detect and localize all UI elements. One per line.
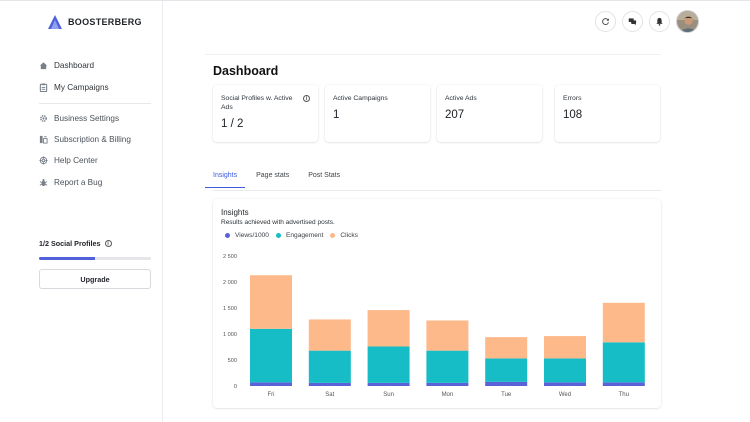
bug-icon bbox=[39, 178, 48, 187]
nav-report-bug[interactable]: Report a Bug bbox=[39, 178, 102, 187]
brand-name: BOOSTERBERG bbox=[68, 17, 142, 27]
stat-card-social-profiles: Social Profiles w. Active Ads i 1 / 2 bbox=[213, 85, 318, 142]
bar-clicks-sat[interactable] bbox=[308, 319, 351, 351]
sidebar-divider bbox=[39, 103, 151, 104]
bar-clicks-tue[interactable] bbox=[485, 337, 528, 359]
bar-views-1000-sun[interactable] bbox=[367, 382, 410, 386]
y-tick-label: 500 bbox=[228, 358, 237, 364]
stat-label: Active Ads bbox=[445, 95, 477, 102]
avatar-image bbox=[677, 11, 698, 32]
topbar-actions bbox=[595, 10, 699, 33]
home-icon bbox=[39, 61, 48, 70]
insights-panel: Insights Results achieved with advertise… bbox=[213, 199, 661, 408]
bar-engagement-thu[interactable] bbox=[602, 342, 645, 383]
y-tick-label: 0 bbox=[234, 384, 237, 390]
stat-card-active-ads: Active Ads 207 bbox=[437, 85, 542, 142]
nav-dashboard-label: Dashboard bbox=[54, 61, 95, 70]
refresh-icon bbox=[602, 18, 609, 26]
chat-button[interactable] bbox=[622, 11, 643, 32]
bar-engagement-sun[interactable] bbox=[367, 346, 410, 383]
social-profiles-progress bbox=[39, 257, 151, 260]
stat-value: 1 bbox=[333, 109, 340, 121]
bar-views-1000-wed[interactable] bbox=[544, 382, 586, 386]
refresh-button[interactable] bbox=[595, 11, 616, 32]
y-tick-label: 1 000 bbox=[223, 332, 237, 338]
bar-views-1000-sat[interactable] bbox=[308, 382, 351, 386]
x-tick-label: Wed bbox=[559, 392, 571, 398]
bar-views-1000-mon[interactable] bbox=[426, 382, 469, 386]
nav-dashboard[interactable]: Dashboard bbox=[39, 61, 94, 70]
stat-value: 1 / 2 bbox=[221, 118, 244, 130]
stat-value: 108 bbox=[563, 109, 583, 121]
info-icon[interactable]: i bbox=[104, 240, 112, 247]
progress-fill bbox=[39, 257, 95, 260]
x-tick-label: Tue bbox=[501, 392, 512, 398]
social-profiles-text: 1/2 Social Profiles bbox=[39, 239, 101, 248]
stacked-bar-chart: 0 500 1 000 1 500 2 000 2 500 Fri Sat Sun Mon Tue W… bbox=[223, 254, 645, 398]
y-tick-label: 2 500 bbox=[223, 254, 237, 260]
bar-engagement-tue[interactable] bbox=[485, 358, 528, 382]
tab-insights[interactable]: Insights bbox=[205, 172, 246, 188]
stat-label: Errors bbox=[563, 95, 582, 102]
lifebuoy-icon bbox=[39, 156, 48, 165]
x-tick-label: Sat bbox=[325, 392, 334, 398]
billing-icon bbox=[39, 135, 48, 144]
bar-views-1000-tue[interactable] bbox=[485, 381, 528, 386]
y-tick-label: 2 000 bbox=[223, 280, 237, 286]
nav-help-center[interactable]: Help Center bbox=[39, 156, 98, 165]
notifications-button[interactable] bbox=[649, 11, 670, 32]
clipboard-icon bbox=[39, 83, 48, 92]
stat-label: Active Campaigns bbox=[333, 95, 388, 102]
bar-clicks-mon[interactable] bbox=[426, 320, 469, 351]
x-tick-label: Thu bbox=[619, 392, 629, 398]
nav-subscription-billing[interactable]: Subscription & Billing bbox=[39, 135, 131, 144]
nav-help-center-label: Help Center bbox=[54, 156, 98, 165]
bar-views-1000-fri[interactable] bbox=[250, 382, 292, 386]
gear-icon bbox=[39, 114, 48, 123]
stat-value: 207 bbox=[445, 109, 465, 121]
bell-icon bbox=[656, 17, 663, 26]
bar-clicks-wed[interactable] bbox=[544, 336, 586, 359]
tab-post-stats[interactable]: Post Stats bbox=[308, 172, 340, 188]
tab-page-stats[interactable]: Page stats bbox=[256, 172, 289, 188]
user-avatar[interactable] bbox=[676, 10, 699, 33]
stat-label: Social Profiles w. Active Ads bbox=[221, 95, 293, 111]
page-title: Dashboard bbox=[213, 64, 279, 78]
upgrade-button[interactable]: Upgrade bbox=[39, 269, 151, 289]
chat-icon bbox=[628, 18, 637, 26]
nav-subscription-billing-label: Subscription & Billing bbox=[54, 135, 131, 144]
bar-engagement-mon[interactable] bbox=[426, 350, 469, 383]
x-tick-label: Fri bbox=[268, 392, 275, 398]
brand-logo[interactable]: BOOSTERBERG bbox=[47, 14, 142, 30]
stat-card-errors: Errors 108 bbox=[555, 85, 660, 142]
nav-my-campaigns-label: My Campaigns bbox=[54, 83, 109, 92]
nav-report-bug-label: Report a Bug bbox=[54, 178, 103, 187]
tabs-divider bbox=[213, 190, 661, 191]
x-tick-label: Mon bbox=[442, 392, 454, 398]
sidebar: BOOSTERBERG Dashboard My Campaigns Busin… bbox=[0, 1, 163, 422]
bar-engagement-fri[interactable] bbox=[250, 328, 292, 383]
nav-business-settings-label: Business Settings bbox=[54, 114, 120, 123]
tab-bar: Insights Page stats Post Stats bbox=[205, 172, 359, 188]
x-tick-label: Sun bbox=[383, 392, 394, 398]
y-tick-label: 1 500 bbox=[223, 306, 237, 312]
header-divider bbox=[205, 54, 661, 55]
bar-clicks-sun[interactable] bbox=[367, 310, 410, 347]
logo-icon bbox=[48, 15, 62, 29]
bar-engagement-sat[interactable] bbox=[308, 350, 351, 383]
nav-business-settings[interactable]: Business Settings bbox=[39, 114, 119, 123]
info-icon[interactable]: i bbox=[303, 95, 310, 102]
social-profiles-label: 1/2 Social Profiles i bbox=[39, 239, 112, 248]
bar-clicks-fri[interactable] bbox=[250, 275, 292, 329]
nav-my-campaigns[interactable]: My Campaigns bbox=[39, 83, 109, 92]
bar-clicks-thu[interactable] bbox=[602, 302, 645, 343]
stat-card-active-campaigns: Active Campaigns 1 bbox=[325, 85, 430, 142]
bar-engagement-wed[interactable] bbox=[544, 358, 586, 383]
bar-views-1000-thu[interactable] bbox=[602, 382, 645, 386]
